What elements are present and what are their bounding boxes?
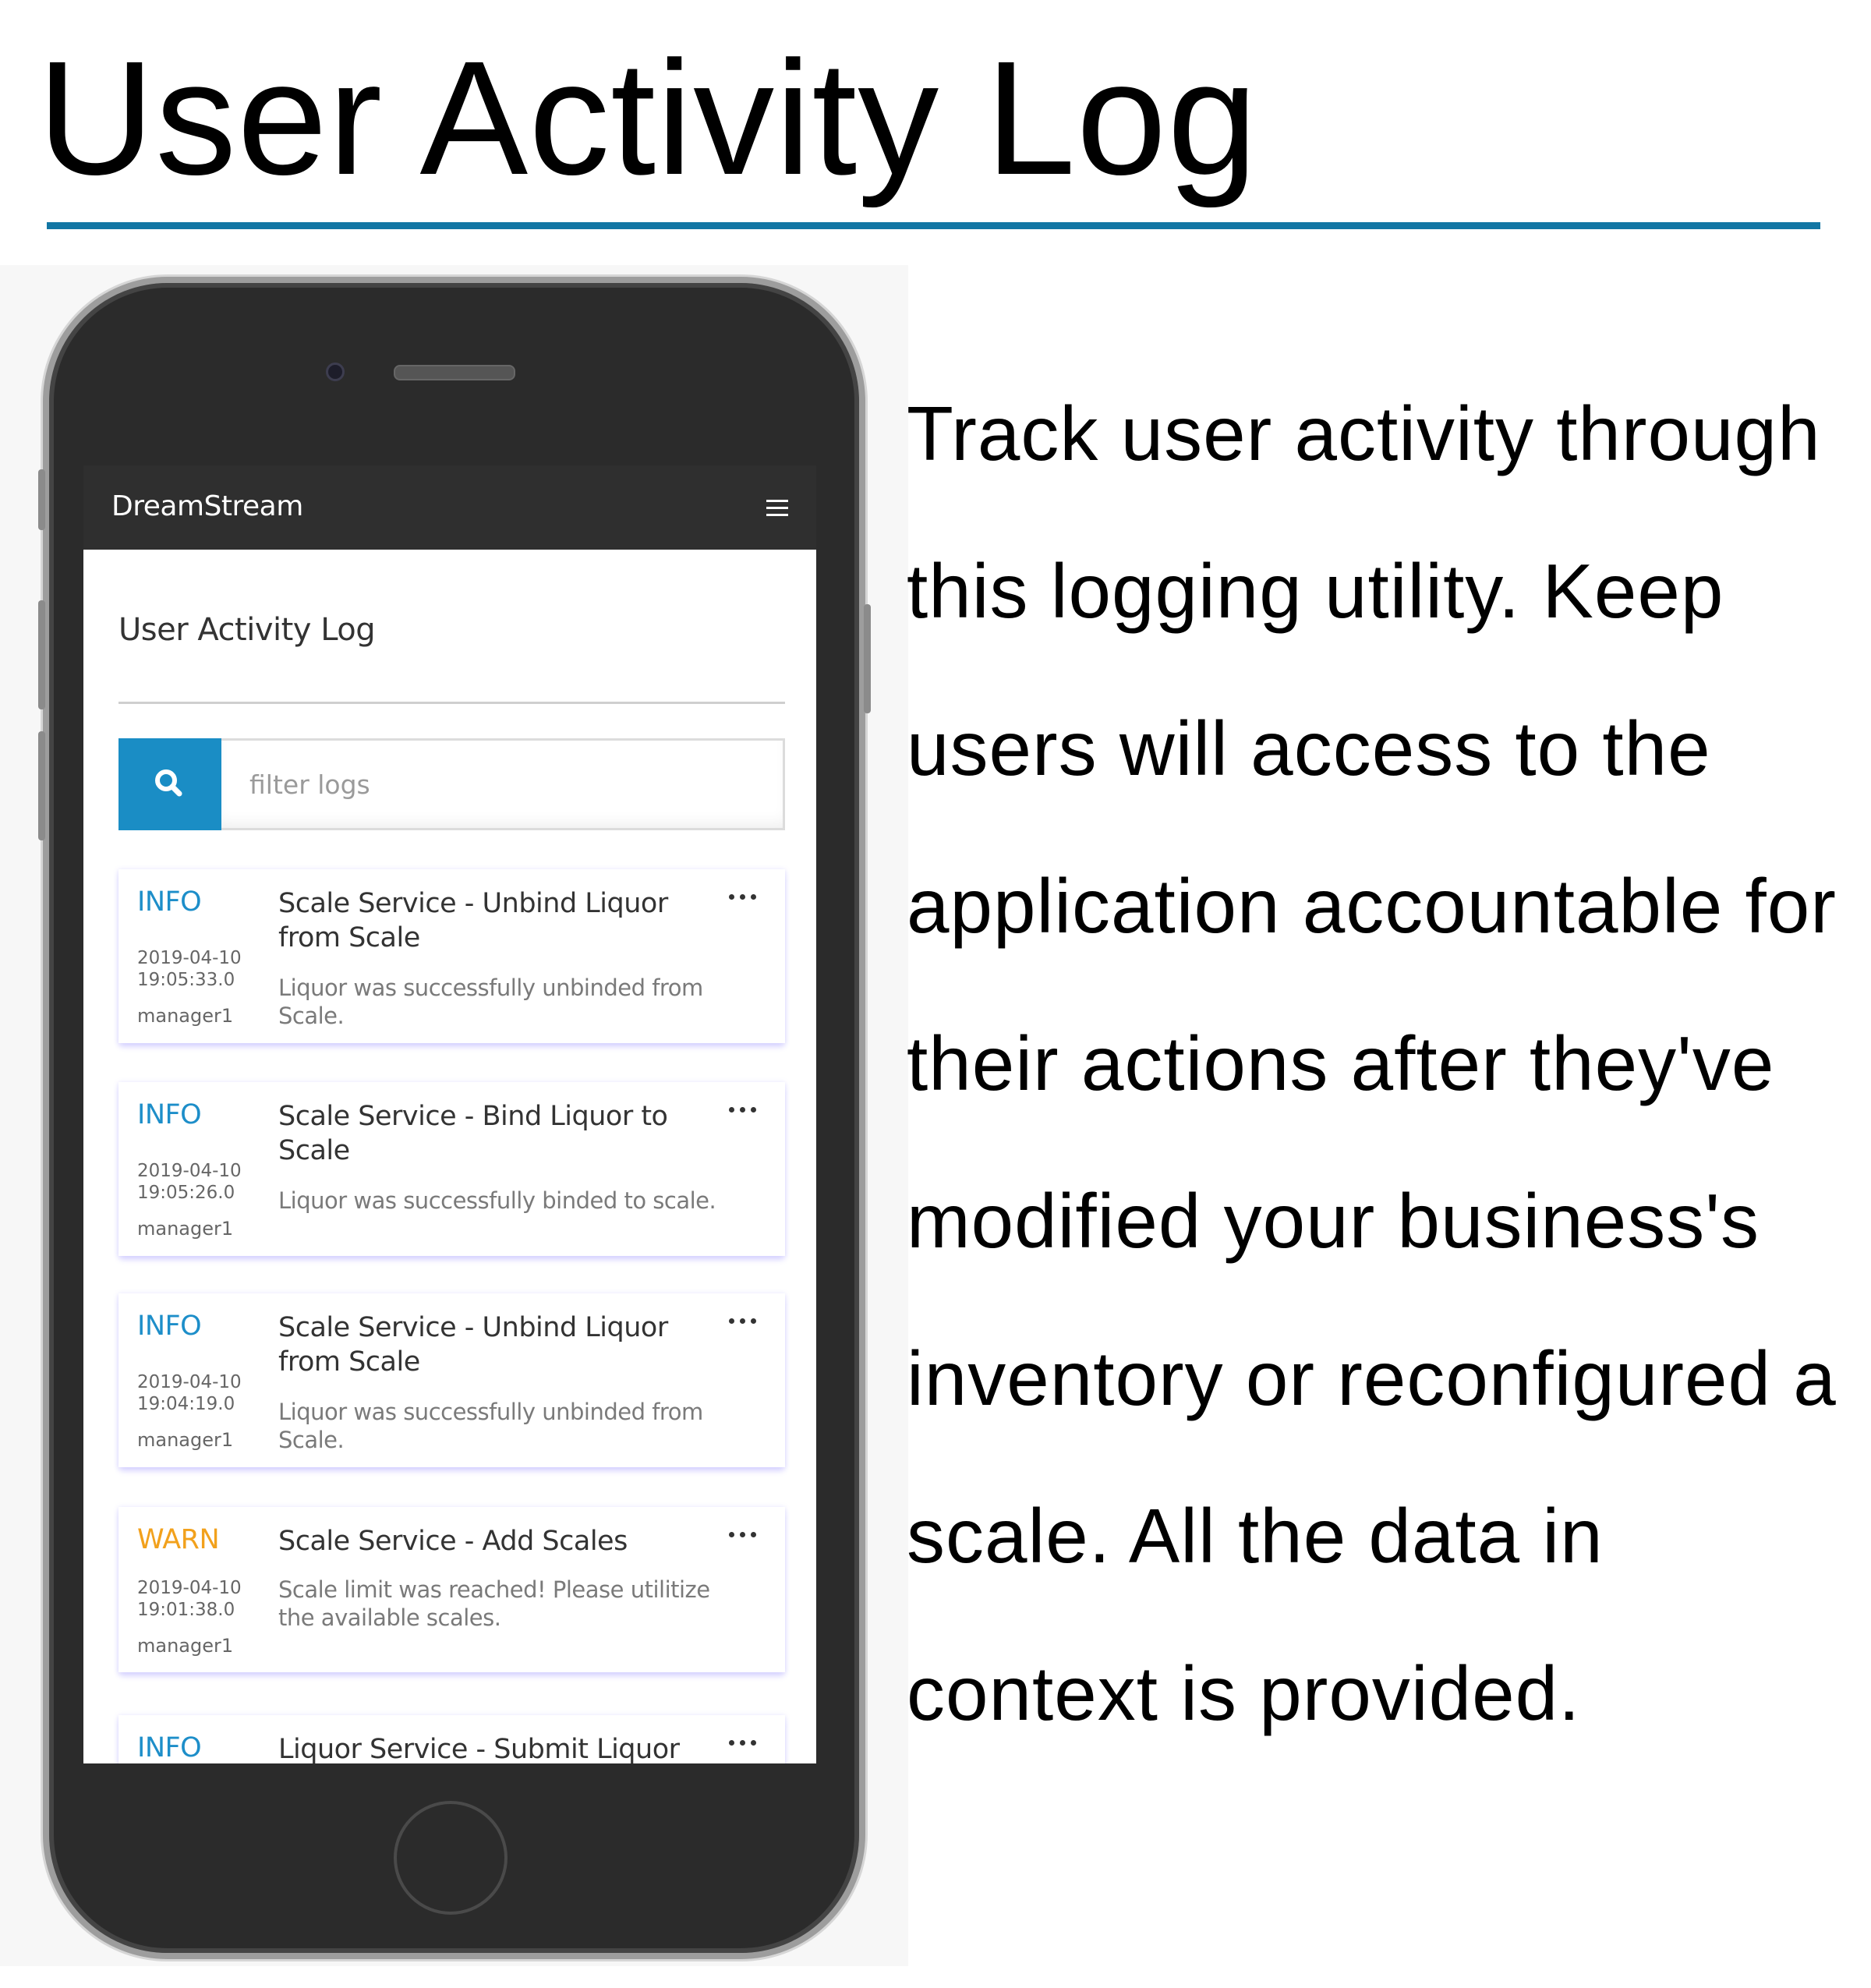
hamburger-menu-icon[interactable] (766, 500, 788, 517)
more-options-icon[interactable] (729, 1532, 760, 1540)
phone-camera (326, 363, 345, 381)
log-level: INFO (137, 1099, 202, 1130)
log-timestamp: 2019-04-10 19:04:19.0 (137, 1372, 242, 1414)
log-level: INFO (137, 886, 202, 918)
search-button[interactable] (118, 738, 221, 830)
log-timestamp: 2019-04-10 19:05:33.0 (137, 948, 242, 990)
feature-description: Track user activity through this logging… (907, 391, 1837, 1736)
screen-heading: User Activity Log (118, 612, 376, 648)
brand-logo[interactable]: DreamStream (111, 490, 303, 522)
log-timestamp: 2019-04-10 19:05:26.0 (137, 1161, 242, 1203)
log-user: manager1 (137, 1218, 234, 1240)
log-title: Scale Service - Bind Liquor to Scale (278, 1101, 668, 1166)
more-options-icon[interactable] (729, 894, 760, 902)
more-options-icon[interactable] (729, 1740, 760, 1748)
filter-logs-input[interactable] (221, 738, 785, 830)
phone-home-button[interactable] (394, 1801, 508, 1915)
log-user: manager1 (137, 1429, 234, 1451)
more-options-icon[interactable] (729, 1107, 760, 1115)
log-user: manager1 (137, 1635, 234, 1657)
phone-speaker (394, 365, 515, 380)
log-entry[interactable]: WARN 2019-04-10 19:01:38.0 manager1 Scal… (118, 1507, 785, 1672)
title-divider (47, 222, 1820, 229)
log-timestamp: 2019-04-10 19:01:38.0 (137, 1578, 242, 1620)
log-level: INFO (137, 1732, 202, 1763)
log-title: Scale Service - Add Scales (278, 1526, 628, 1557)
log-level: WARN (137, 1524, 220, 1555)
log-message: Scale limit was reached! Please utilitiz… (278, 1576, 710, 1631)
log-entry[interactable]: INFO 2019-04-10 19:05:33.0 manager1 Scal… (118, 869, 785, 1043)
log-message: Liquor was successfully binded to scale. (278, 1187, 716, 1214)
search-icon (155, 769, 182, 797)
app-screen: DreamStream User Activity Log INFO 2019-… (83, 465, 816, 1763)
log-title: Scale Service - Unbind Liquor from Scale (278, 888, 668, 953)
phone-volume-up-button (38, 600, 45, 709)
phone-power-button (864, 604, 871, 713)
log-title: Liquor Service - Submit Liquor (278, 1734, 680, 1763)
log-filter (118, 738, 785, 830)
page-title: User Activity Log (37, 28, 1259, 209)
log-entry[interactable]: INFO 2019-04-10 19:04:19.0 manager1 Scal… (118, 1293, 785, 1467)
log-entry[interactable]: INFO Liquor Service - Submit Liquor (118, 1715, 785, 1763)
log-message: Liquor was successfully unbinded from Sc… (278, 975, 703, 1029)
navbar: DreamStream (83, 465, 816, 550)
log-level: INFO (137, 1311, 202, 1342)
log-entry[interactable]: INFO 2019-04-10 19:05:26.0 manager1 Scal… (118, 1082, 785, 1256)
phone-silent-switch (38, 469, 45, 530)
log-title: Scale Service - Unbind Liquor from Scale (278, 1312, 668, 1378)
log-user: manager1 (137, 1005, 234, 1027)
heading-divider (118, 702, 785, 704)
more-options-icon[interactable] (729, 1318, 760, 1326)
phone-volume-down-button (38, 731, 45, 840)
log-message: Liquor was successfully unbinded from Sc… (278, 1399, 703, 1453)
